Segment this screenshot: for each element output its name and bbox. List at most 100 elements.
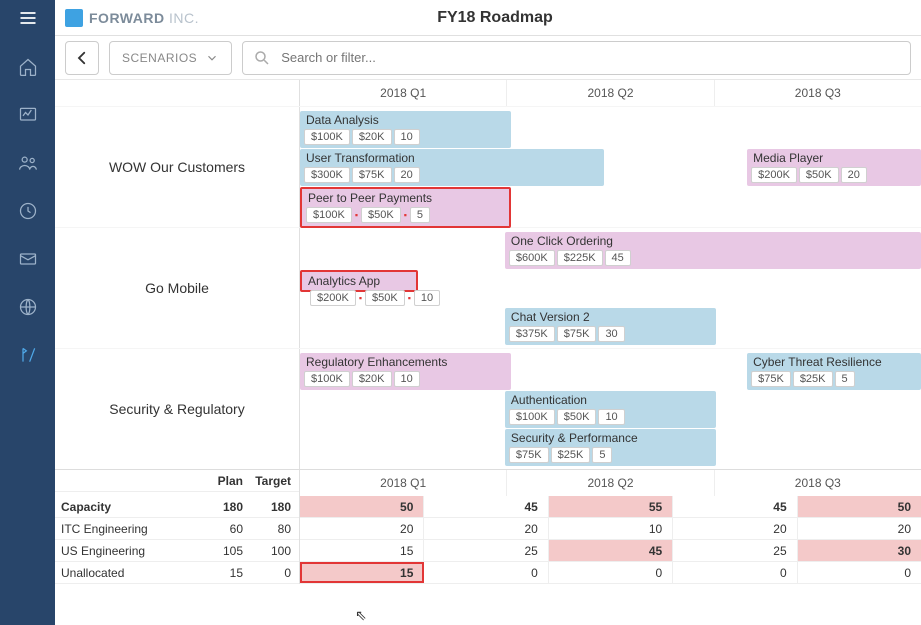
- bar-chip: $75K: [557, 326, 597, 342]
- bar-title: Authentication: [505, 391, 716, 409]
- brand-logo[interactable]: FORWARD INC.: [65, 9, 199, 27]
- bar-title: Security & Performance: [505, 429, 716, 447]
- capacity-cell[interactable]: 25: [673, 540, 797, 561]
- bar-chip: 20: [394, 167, 420, 183]
- capacity-plan-value: 105: [203, 544, 251, 558]
- roadmap-bar[interactable]: Media Player$200K$50K20: [747, 149, 921, 186]
- roadmap-bar[interactable]: Regulatory Enhancements$100K$20K10: [300, 353, 511, 390]
- chevron-down-icon: [205, 51, 219, 65]
- roadmap-bar[interactable]: Data Analysis$100K$20K10: [300, 111, 511, 148]
- chart-icon[interactable]: [13, 100, 43, 130]
- capacity-quarter-header: 2018 Q2: [507, 470, 714, 496]
- roadmap-bar[interactable]: Cyber Threat Resilience$75K$25K5: [747, 353, 921, 390]
- brand-text: FORWARD INC.: [89, 10, 199, 26]
- swimlane-label: Security & Regulatory: [55, 349, 300, 469]
- main-panel: FORWARD INC. FY18 Roadmap SCENARIOS: [55, 0, 921, 625]
- bar-title: Peer to Peer Payments: [302, 189, 509, 207]
- bar-title: Media Player: [747, 149, 921, 167]
- bar-chip: 5: [592, 447, 612, 463]
- bar-chip: $75K: [352, 167, 392, 183]
- capacity-cell[interactable]: 45: [549, 540, 673, 561]
- warning-flag-icon: ▪: [359, 293, 362, 303]
- capacity-cell[interactable]: 0: [549, 562, 673, 583]
- capacity-cell[interactable]: 15: [300, 562, 424, 583]
- bar-meta: $100K▪$50K▪5: [302, 207, 509, 226]
- quarter-column-header: 2018 Q1: [300, 80, 507, 106]
- globe-icon[interactable]: [13, 292, 43, 322]
- bar-chip: 5: [835, 371, 855, 387]
- bar-chip: $225K: [557, 250, 603, 266]
- roadmap-icon[interactable]: [13, 340, 43, 370]
- capacity-target-value: 180: [251, 500, 299, 514]
- capacity-cell[interactable]: 25: [424, 540, 548, 561]
- capacity-plan-value: 180: [203, 500, 251, 514]
- toolbar: SCENARIOS: [55, 36, 921, 80]
- quarter-column-header: 2018 Q2: [507, 80, 714, 106]
- roadmap-bar[interactable]: Peer to Peer Payments$100K▪$50K▪5: [300, 187, 511, 228]
- search-input[interactable]: [281, 50, 900, 65]
- capacity-plan-value: 15: [203, 566, 251, 580]
- capacity-row-cells: 5045554550: [300, 496, 921, 518]
- capacity-row-label: ITC Engineering6080: [55, 518, 299, 540]
- bar-chip: 45: [605, 250, 631, 266]
- search-field-wrap[interactable]: [242, 41, 911, 75]
- top-bar: FORWARD INC. FY18 Roadmap: [55, 0, 921, 36]
- back-button[interactable]: [65, 41, 99, 75]
- home-icon[interactable]: [13, 52, 43, 82]
- swimlane: Go Mobile One Click Ordering$600K$225K45 A…: [55, 227, 921, 348]
- bar-meta: $75K$25K5: [747, 371, 921, 390]
- roadmap-bar[interactable]: Authentication$100K$50K10: [505, 391, 716, 428]
- bar-chip: $100K: [306, 207, 352, 223]
- capacity-target-value: 80: [251, 522, 299, 536]
- menu-toggle-icon[interactable]: [18, 8, 38, 34]
- roadmap-bar[interactable]: Security & Performance$75K$25K5: [505, 429, 716, 466]
- capacity-cell[interactable]: 0: [798, 562, 921, 583]
- capacity-cell[interactable]: 0: [424, 562, 548, 583]
- capacity-cell[interactable]: 45: [673, 496, 797, 517]
- bar-chip: 10: [394, 371, 420, 387]
- bar-chip: $100K: [509, 409, 555, 425]
- capacity-cell[interactable]: 20: [673, 518, 797, 539]
- roadmap-bar[interactable]: User Transformation$300K$75K20: [300, 149, 604, 186]
- bar-chip: $200K: [751, 167, 797, 183]
- roadmap-bar[interactable]: One Click Ordering$600K$225K45: [505, 232, 921, 269]
- capacity-cell[interactable]: 0: [673, 562, 797, 583]
- people-icon[interactable]: [13, 148, 43, 178]
- timeline-header: 2018 Q12018 Q22018 Q3: [55, 80, 921, 106]
- scenarios-dropdown[interactable]: SCENARIOS: [109, 41, 232, 75]
- bar-meta: $375K$75K30: [505, 326, 716, 345]
- roadmap-viewport[interactable]: 2018 Q12018 Q22018 Q3 WOW Our CustomersD…: [55, 80, 921, 625]
- bar-title: User Transformation: [300, 149, 604, 167]
- capacity-target-value: 100: [251, 544, 299, 558]
- roadmap-bar[interactable]: Analytics App$200K▪$50K▪10: [300, 270, 418, 292]
- bar-chip: 10: [414, 290, 440, 306]
- capacity-cell[interactable]: 20: [300, 518, 424, 539]
- capacity-cell[interactable]: 20: [424, 518, 548, 539]
- capacity-quarter-header: 2018 Q1: [300, 470, 507, 496]
- bar-chip: $50K: [361, 207, 401, 223]
- warning-flag-icon: ▪: [408, 293, 411, 303]
- capacity-cell[interactable]: 45: [424, 496, 548, 517]
- capacity-cell[interactable]: 50: [300, 496, 424, 517]
- cap-col-target: Target: [251, 474, 299, 488]
- capacity-cell[interactable]: 15: [300, 540, 424, 561]
- roadmap-bar[interactable]: Chat Version 2$375K$75K30: [505, 308, 716, 345]
- capacity-table: Plan Target 2018 Q12018 Q22018 Q3 Capaci…: [55, 469, 921, 584]
- bar-chip: 5: [410, 207, 430, 223]
- bar-chip: 30: [598, 326, 624, 342]
- swimlane-label: Go Mobile: [55, 228, 300, 348]
- capacity-row-cells: 2020102020: [300, 518, 921, 540]
- bar-title: Data Analysis: [300, 111, 511, 129]
- bar-title: Regulatory Enhancements: [300, 353, 511, 371]
- capacity-row-cells: 1525452530: [300, 540, 921, 562]
- clock-icon[interactable]: [13, 196, 43, 226]
- capacity-cell[interactable]: 50: [798, 496, 921, 517]
- bar-chip: 10: [598, 409, 624, 425]
- mail-icon[interactable]: [13, 244, 43, 274]
- capacity-cell[interactable]: 10: [549, 518, 673, 539]
- bar-meta: $200K$50K20: [747, 167, 921, 186]
- capacity-cell[interactable]: 30: [798, 540, 921, 561]
- capacity-cell[interactable]: 20: [798, 518, 921, 539]
- page-title: FY18 Roadmap: [199, 9, 791, 27]
- capacity-cell[interactable]: 55: [549, 496, 673, 517]
